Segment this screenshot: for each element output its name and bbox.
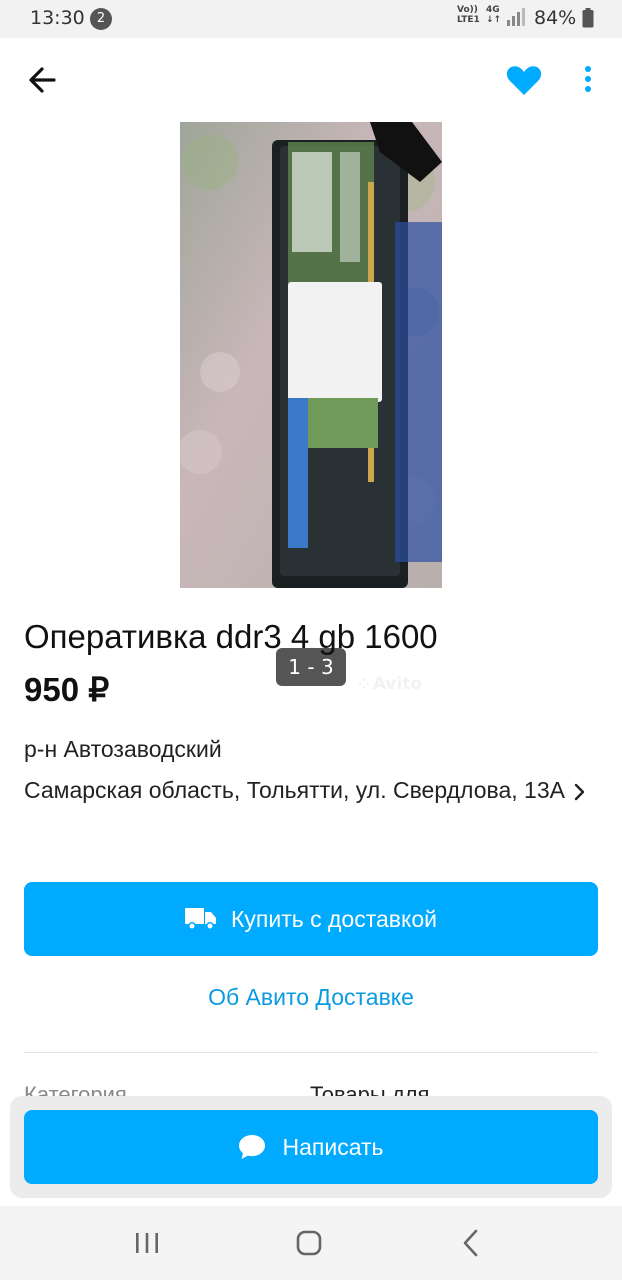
- more-vertical-icon: [585, 66, 591, 92]
- listing-title: Оперативка ddr3 4 gb 1600: [24, 618, 438, 655]
- truck-icon: [185, 908, 217, 930]
- battery-percent: 84%: [534, 7, 577, 29]
- listing-address[interactable]: Самарская область, Тольятти, ул. Свердло…: [24, 773, 594, 807]
- network-indicator: 4G ↓↑: [486, 5, 502, 25]
- more-options-button[interactable]: [574, 60, 602, 100]
- signal-icon: [507, 8, 525, 26]
- chat-bubble-icon: [239, 1135, 266, 1159]
- avito-watermark: ⁘ Avito: [358, 674, 422, 694]
- system-nav-bar: [0, 1206, 622, 1280]
- favorite-button[interactable]: [504, 60, 544, 100]
- status-time: 13:30: [30, 7, 85, 29]
- notification-badge: 2: [90, 8, 112, 30]
- volte-indicator: Vo)) LTE1: [457, 5, 480, 25]
- photo-gallery[interactable]: 1 - 3 ⁘ Avito: [0, 122, 622, 694]
- status-bar: 13:30 2 Vo)) LTE1 4G ↓↑ 84%: [0, 0, 622, 38]
- chevron-right-icon: [574, 783, 585, 801]
- nav-back-icon[interactable]: [460, 1228, 482, 1258]
- about-delivery-link[interactable]: Об Авито Доставке: [0, 984, 622, 1011]
- divider: [24, 1052, 598, 1053]
- address-text: Самарская область, Тольятти, ул. Свердло…: [24, 777, 565, 803]
- write-message-button[interactable]: Написать: [24, 1110, 598, 1184]
- arrow-back-icon: [29, 67, 56, 93]
- listing-price: 950 ₽: [24, 671, 110, 708]
- avito-logo-icon: ⁘: [358, 677, 370, 693]
- listing-photo[interactable]: [180, 122, 442, 588]
- listing-district: р-н Автозаводский: [24, 736, 222, 762]
- write-button-label: Написать: [282, 1133, 384, 1160]
- buy-with-delivery-button[interactable]: Купить с доставкой: [24, 882, 598, 956]
- battery-icon: [582, 8, 594, 28]
- heart-icon: [506, 66, 542, 95]
- recent-apps-icon[interactable]: [134, 1230, 160, 1256]
- back-button[interactable]: [24, 60, 64, 100]
- app-bar: [0, 38, 622, 122]
- home-icon[interactable]: [296, 1230, 322, 1256]
- buy-button-label: Купить с доставкой: [231, 905, 437, 932]
